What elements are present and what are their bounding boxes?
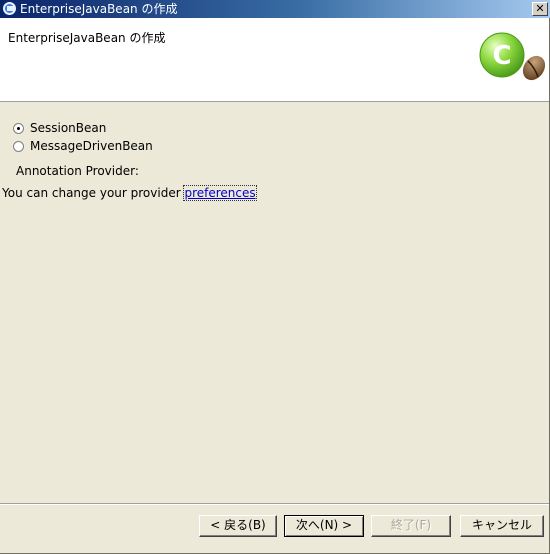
finish-button[interactable]: 終了(F) — [371, 515, 451, 537]
close-icon: ✕ — [535, 2, 545, 15]
session-bean-radio[interactable] — [13, 122, 24, 134]
message-driven-bean-option[interactable]: MessageDrivenBean — [13, 138, 153, 154]
provider-hint: You can change your provider preferences — [2, 185, 257, 201]
window-title: EnterpriseJavaBean の作成 — [20, 2, 178, 16]
back-button[interactable]: < 戻る(B) — [199, 515, 277, 537]
provider-hint-text: You can change your provider — [2, 186, 185, 200]
session-bean-option[interactable]: SessionBean — [13, 120, 106, 136]
logo-letter: C — [492, 41, 511, 71]
next-button[interactable]: 次へ(N) > — [284, 515, 364, 537]
title-bar[interactable]: EnterpriseJavaBean の作成 ✕ — [0, 0, 550, 18]
ejb-wizard-logo-icon: C — [479, 32, 546, 81]
annotation-provider-label: Annotation Provider: — [16, 164, 139, 178]
message-driven-bean-label: MessageDrivenBean — [30, 139, 153, 153]
dialog-window: EnterpriseJavaBean の作成 ✕ EnterpriseJavaB… — [0, 0, 550, 554]
wizard-banner: EnterpriseJavaBean の作成 C — [0, 18, 549, 102]
eclipse-icon — [3, 2, 16, 15]
cancel-button[interactable]: キャンセル — [460, 515, 544, 537]
close-button[interactable]: ✕ — [532, 2, 548, 16]
message-driven-bean-radio[interactable] — [13, 140, 24, 152]
banner-title: EnterpriseJavaBean の作成 — [8, 31, 166, 45]
preferences-link[interactable]: preferences — [183, 185, 257, 201]
button-bar-separator — [0, 503, 549, 505]
session-bean-label: SessionBean — [30, 121, 107, 135]
